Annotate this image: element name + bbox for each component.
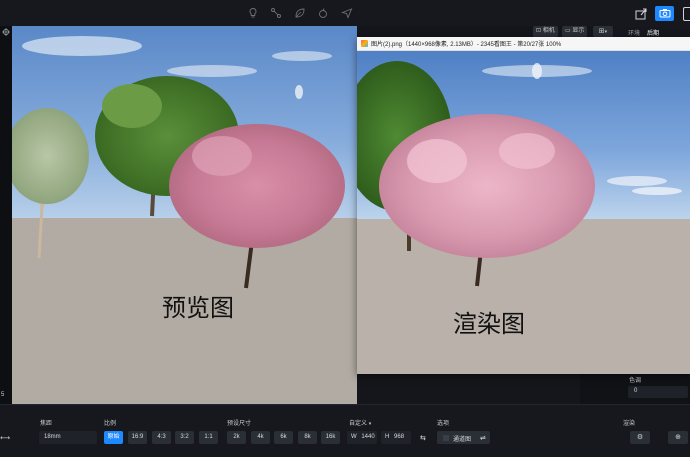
preset-16k[interactable]: 16k xyxy=(321,431,340,444)
frame-number: 5 xyxy=(1,392,5,398)
camera-view-button[interactable]: ⊡ 相机 xyxy=(533,26,558,37)
tab-environment[interactable]: 环境 xyxy=(628,28,640,37)
focal-label: 焦距 xyxy=(40,421,53,427)
target-icon[interactable] xyxy=(2,28,10,36)
ratio-option-16-9[interactable]: 16:9 xyxy=(128,431,147,444)
ratio-option-1-1[interactable]: 1:1 xyxy=(199,431,218,444)
viewer-app-icon xyxy=(361,40,368,47)
hue-value: 0 xyxy=(634,388,638,394)
preview-caption: 预览图 xyxy=(162,294,234,322)
preset-6k[interactable]: 6k xyxy=(274,431,293,444)
monitor-icon: ▭ xyxy=(565,28,571,34)
render-image: 渲染图 xyxy=(357,51,690,374)
share-icon[interactable] xyxy=(634,7,648,20)
height-field: H 968 xyxy=(385,434,405,440)
ratio-label: 比例 xyxy=(104,421,117,427)
paper-plane-icon[interactable] xyxy=(341,7,353,19)
swap-dimensions-icon[interactable]: ⇆ xyxy=(420,434,426,442)
preset-size-label: 预设尺寸 xyxy=(227,421,252,427)
view-tools-dropdown[interactable]: ⊞▾ xyxy=(593,26,613,37)
ratio-option-4-3[interactable]: 4:3 xyxy=(152,431,171,444)
fit-width-icon[interactable]: ⟷ xyxy=(0,434,10,442)
left-strip: 5 xyxy=(0,26,12,404)
channel-map-checkbox[interactable] xyxy=(443,435,449,441)
panel-toggle-icon[interactable] xyxy=(683,7,690,21)
camera-view-icon: ⊡ xyxy=(536,28,542,34)
options-label: 选项 xyxy=(437,421,450,427)
ratio-option-original[interactable]: 原始 xyxy=(104,431,123,444)
apple-icon[interactable] xyxy=(317,7,329,19)
image-viewer-window[interactable]: 图片(2).png（1440×968像素, 2.13MB）- 2345看图王 -… xyxy=(357,37,690,374)
channel-map-label: 通道图 xyxy=(453,437,472,443)
bulb-icon[interactable] xyxy=(247,7,259,19)
preset-2k[interactable]: 2k xyxy=(227,431,246,444)
sliders-icon[interactable]: ⇌ xyxy=(480,434,486,442)
render-label: 渲染 xyxy=(623,421,636,427)
add-frame-icon: ⊕ xyxy=(675,434,681,441)
preview-viewport[interactable]: 预览图 xyxy=(12,26,357,404)
chevron-down-icon: ▾ xyxy=(604,29,608,35)
bottom-settings-bar xyxy=(0,404,690,457)
custom-size-label: 自定义 ▾ xyxy=(349,421,372,427)
hue-label: 色调 xyxy=(629,378,642,384)
image-viewer-title: 图片(2).png（1440×968像素, 2.13MB）- 2345看图王 -… xyxy=(371,42,562,48)
preset-4k[interactable]: 4k xyxy=(251,431,270,444)
chevron-down-icon[interactable]: ▾ xyxy=(369,421,372,427)
gear-icon: ⚙ xyxy=(636,434,644,441)
render-settings-button[interactable]: ⚙ xyxy=(630,431,650,444)
leaf-icon[interactable] xyxy=(294,7,306,19)
render-caption: 渲染图 xyxy=(453,310,525,338)
ratio-option-3-2[interactable]: 3:2 xyxy=(175,431,194,444)
render-add-button[interactable]: ⊕ xyxy=(668,431,688,444)
nodes-icon[interactable] xyxy=(270,7,282,19)
camera-button[interactable] xyxy=(655,6,674,21)
focal-value: 18mm xyxy=(44,434,61,440)
tab-post[interactable]: 后期 xyxy=(647,28,659,37)
width-field: W 1440 xyxy=(351,434,375,440)
preset-8k[interactable]: 8k xyxy=(298,431,317,444)
preview-scene xyxy=(12,26,357,404)
display-button[interactable]: ▭ 显示 xyxy=(562,26,588,37)
